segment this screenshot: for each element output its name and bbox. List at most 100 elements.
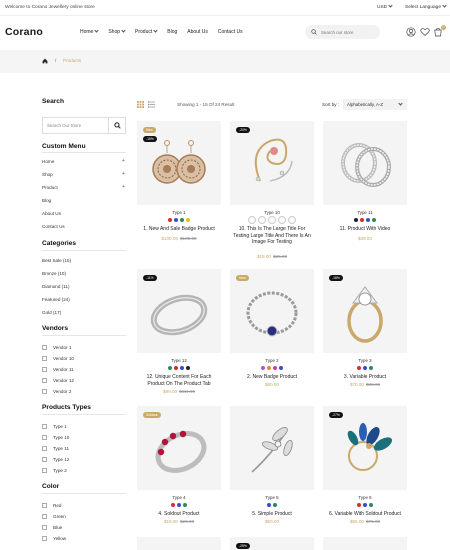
swatch-green[interactable] [369,366,373,370]
category-item[interactable]: Gold (17) [42,310,61,315]
swatch-green[interactable] [168,366,172,370]
expand-icon[interactable]: + [122,158,125,164]
product-image[interactable]: New [230,269,314,353]
expand-icon[interactable]: + [122,184,125,190]
product-image[interactable] [137,537,221,550]
product-image[interactable]: -18% [323,269,407,353]
home-icon[interactable] [42,58,48,64]
logo[interactable]: Corano [5,26,43,38]
product-name[interactable]: 10. This Is The Large Title For Testing … [232,226,312,246]
product-name[interactable]: 1. New And Sale Badge Product [139,226,219,233]
swatch-red[interactable] [357,366,361,370]
swatch-red[interactable] [174,366,178,370]
product-image[interactable]: Soldout [137,406,221,490]
product-name[interactable]: 2. New Badge Product [232,374,312,381]
language-selector[interactable]: Select Language [405,3,447,10]
currency-selector[interactable]: USD [377,3,393,10]
swatch-red[interactable] [171,503,175,507]
product-name[interactable]: 11. Product With Video [325,226,405,233]
checkbox[interactable] [42,435,47,440]
checkbox[interactable] [42,514,47,519]
product-name[interactable]: 5. Simple Product [232,511,312,518]
checkbox[interactable] [42,356,47,361]
grid-view-icon[interactable] [137,101,144,108]
swatch-green[interactable] [180,218,184,222]
nav-home[interactable]: Home [80,28,99,35]
product-image[interactable] [230,406,314,490]
swatch-blue[interactable] [366,218,370,222]
swatch-red[interactable] [357,503,361,507]
checkbox[interactable] [42,468,47,473]
variant-thumb[interactable] [258,216,266,224]
category-item[interactable]: Featured (24) [42,297,70,302]
product-image[interactable]: -20% [230,121,314,205]
checkbox[interactable] [42,389,47,394]
sidebar-menu-home[interactable]: Home [42,159,54,164]
heart-icon[interactable] [420,27,430,37]
swatch-blue[interactable] [174,218,178,222]
product-image[interactable]: -27% [323,406,407,490]
swatch-green[interactable] [369,503,373,507]
checkbox[interactable] [42,424,47,429]
checkbox[interactable] [42,367,47,372]
swatch-blue[interactable] [180,366,184,370]
cart-button[interactable]: 0 [433,25,446,37]
header-search[interactable]: Search our store [305,25,380,39]
product-image[interactable]: -11% [137,269,221,353]
swatch-yellow[interactable] [186,218,190,222]
sidebar-menu-product[interactable]: Product [42,185,58,190]
sidebar-menu-about[interactable]: About Us [42,211,61,216]
sidebar-search-input[interactable]: Search Our Store [47,123,81,128]
sidebar-menu-blog[interactable]: Blog [42,198,51,203]
swatch-blue[interactable] [363,503,367,507]
variant-thumb[interactable] [268,216,276,224]
nav-about[interactable]: About Us [187,29,208,35]
expand-icon[interactable]: + [122,171,125,177]
product-name[interactable]: 12. Unique Content For Each Product On T… [139,374,219,387]
checkbox[interactable] [42,378,47,383]
sidebar-menu-shop[interactable]: Shop [42,172,53,177]
product-image[interactable] [323,537,407,550]
variant-thumb[interactable] [248,216,256,224]
swatch-blue[interactable] [279,366,283,370]
sort-select[interactable]: Alphabetically, A-Z [343,99,407,110]
product-image[interactable] [323,121,407,205]
swatch-green[interactable] [183,503,187,507]
checkbox[interactable] [42,345,47,350]
checkbox[interactable] [42,525,47,530]
swatch-pink[interactable] [273,366,277,370]
swatch-purple[interactable] [261,366,265,370]
swatch-black[interactable] [186,366,190,370]
nav-shop[interactable]: Shop [108,28,126,35]
swatch-red[interactable] [168,218,172,222]
swatch-blue[interactable] [177,503,181,507]
product-image[interactable]: New -15% [137,121,221,205]
checkbox[interactable] [42,503,47,508]
swatch-blue[interactable] [363,366,367,370]
category-item[interactable]: Bronze (10) [42,271,66,276]
variant-thumb[interactable] [278,216,286,224]
swatch-green[interactable] [273,503,277,507]
list-view-icon[interactable] [148,101,155,108]
sidebar-search-button[interactable] [108,118,125,133]
nav-contact[interactable]: Contact Us [218,29,243,35]
nav-blog[interactable]: Blog [167,29,177,35]
product-name[interactable]: 3. Variable Product [325,374,405,381]
swatch-orange[interactable] [267,366,271,370]
swatch-blue[interactable] [267,503,271,507]
category-item[interactable]: Diamond (11) [42,284,70,289]
product-image[interactable]: -25% [230,537,314,550]
product-name[interactable]: 4. Soldout Product [139,511,219,518]
nav-product[interactable]: Product [135,28,158,35]
swatch-red[interactable] [360,218,364,222]
checkbox[interactable] [42,536,47,541]
sidebar-menu-contact[interactable]: Contact Us [42,224,65,229]
checkbox[interactable] [42,446,47,451]
swatch-green[interactable] [372,218,376,222]
checkbox[interactable] [42,457,47,462]
user-icon[interactable] [406,27,416,37]
category-item[interactable]: Best Sale (15) [42,258,71,263]
variant-thumb[interactable] [288,216,296,224]
product-name[interactable]: 6. Variable With Soldout Product [325,511,405,518]
swatch-black[interactable] [354,218,358,222]
